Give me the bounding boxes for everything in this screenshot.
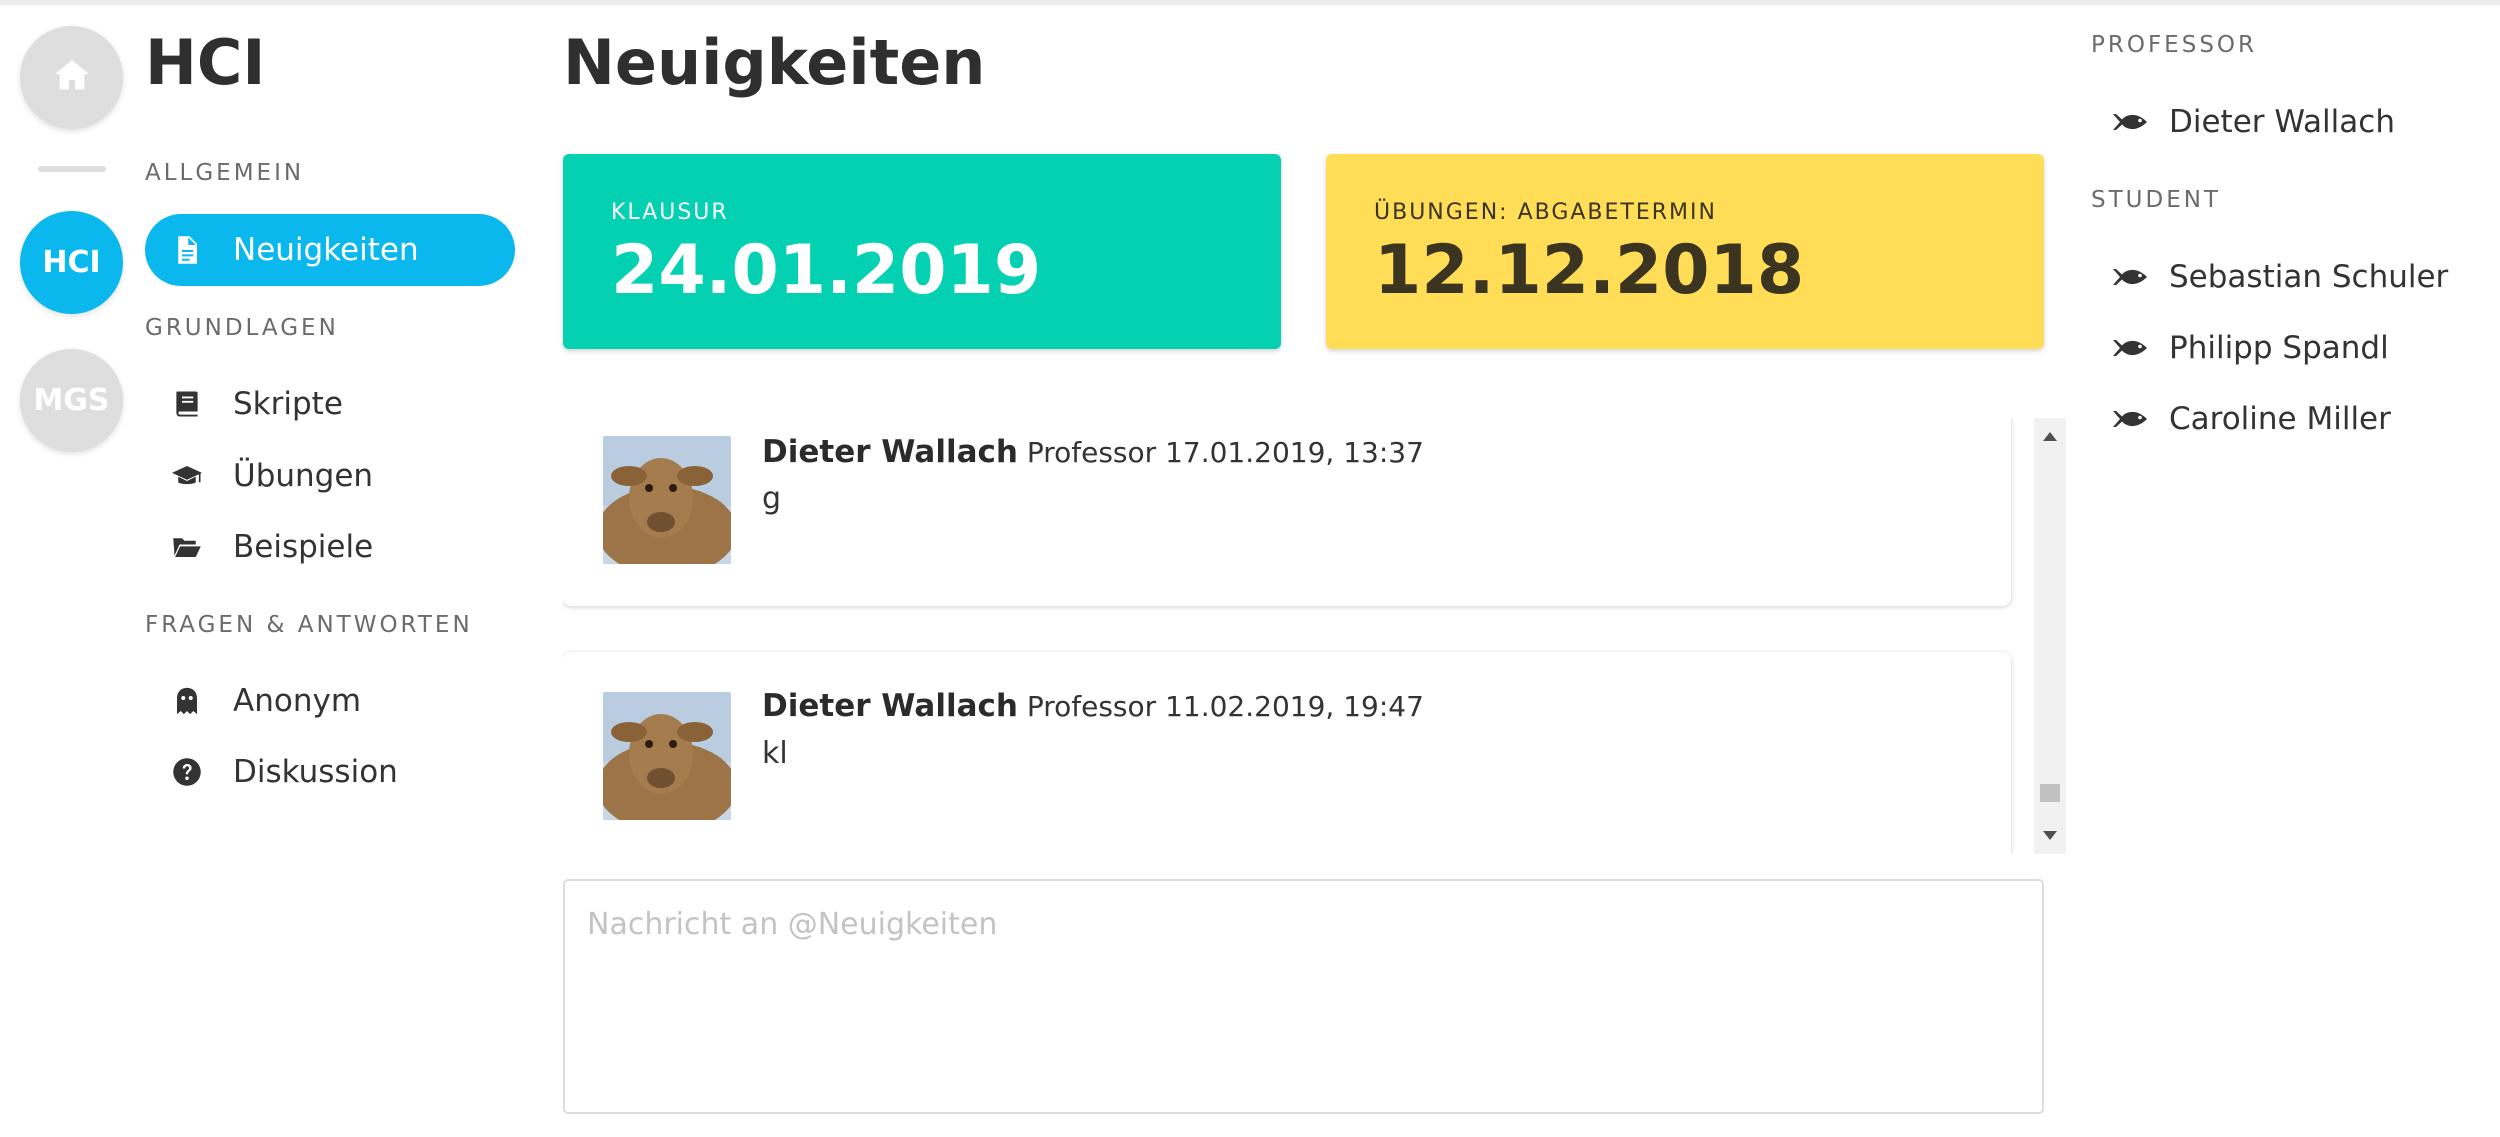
- section-heading-grundlagen: GRUNDLAGEN: [145, 315, 339, 341]
- server-hci-label: HCI: [42, 245, 101, 280]
- server-mgs-label: MGS: [33, 383, 110, 418]
- ghost-icon: [167, 686, 207, 716]
- message-text: g: [762, 481, 782, 516]
- message-timestamp: 17.01.2019, 13:37: [1165, 436, 1424, 469]
- book-icon: [167, 389, 207, 419]
- question-circle-icon: [167, 757, 207, 787]
- channel-uebungen[interactable]: Übungen: [145, 440, 515, 512]
- member-name: Sebastian Schuler: [2169, 259, 2449, 295]
- channel-label: Diskussion: [233, 754, 398, 790]
- member-item[interactable]: Caroline Miller: [2111, 401, 2391, 437]
- member-group-heading-student: STUDENT: [2091, 187, 2221, 213]
- graduation-cap-icon: [167, 461, 207, 491]
- channel-skripte[interactable]: Skripte: [145, 368, 515, 440]
- channel-label: Übungen: [233, 458, 374, 494]
- server-rail: HCI MGS: [0, 0, 140, 1137]
- member-name: Philipp Spandl: [2169, 330, 2389, 366]
- card-label: KLAUSUR: [611, 200, 729, 225]
- feed-scrollbar[interactable]: [2034, 418, 2066, 854]
- server-mgs-button[interactable]: MGS: [20, 349, 123, 452]
- channel-label: Skripte: [233, 386, 343, 422]
- section-heading-allgemein: ALLGEMEIN: [145, 160, 305, 186]
- message-timestamp: 11.02.2019, 19:47: [1165, 690, 1424, 723]
- member-name: Caroline Miller: [2169, 401, 2391, 437]
- scroll-up-arrow-icon[interactable]: [2043, 432, 2057, 441]
- member-item[interactable]: Dieter Wallach: [2111, 104, 2395, 140]
- page-title: Neuigkeiten: [563, 26, 986, 99]
- channel-label: Neuigkeiten: [233, 232, 419, 268]
- home-server-button[interactable]: [20, 26, 123, 129]
- message-header: Dieter Wallach Professor 17.01.2019, 13:…: [762, 434, 1424, 470]
- member-item[interactable]: Sebastian Schuler: [2111, 259, 2448, 295]
- member-name: Dieter Wallach: [2169, 104, 2395, 140]
- fish-icon: [2113, 269, 2147, 285]
- channel-label: Beispiele: [233, 529, 374, 565]
- exam-date-card: KLAUSUR 24.01.2019: [563, 154, 1281, 349]
- message-role: Professor: [1026, 690, 1157, 723]
- message-header: Dieter Wallach Professor 11.02.2019, 19:…: [762, 688, 1424, 724]
- server-hci-button[interactable]: HCI: [20, 211, 123, 314]
- scrollbar-thumb[interactable]: [2040, 784, 2060, 802]
- rail-divider: [38, 166, 106, 172]
- fish-icon: [2113, 411, 2147, 427]
- channel-neuigkeiten[interactable]: Neuigkeiten: [145, 214, 515, 286]
- section-heading-fragen-antworten: FRAGEN & ANTWORTEN: [145, 612, 473, 638]
- member-group-heading-professor: PROFESSOR: [2091, 32, 2257, 58]
- card-label: ÜBUNGEN: ABGABETERMIN: [1374, 200, 1717, 225]
- message-input[interactable]: [563, 879, 2044, 1114]
- card-date: 12.12.2018: [1374, 231, 1805, 310]
- channel-sidebar: HCI ALLGEMEIN Neuigkeiten GRUNDLAGEN Skr…: [145, 0, 525, 1137]
- avatar[interactable]: [603, 692, 731, 820]
- scroll-down-arrow-icon[interactable]: [2043, 831, 2057, 840]
- exercise-deadline-card: ÜBUNGEN: ABGABETERMIN 12.12.2018: [1326, 154, 2044, 349]
- fish-icon: [2113, 340, 2147, 356]
- message-author[interactable]: Dieter Wallach: [762, 688, 1018, 724]
- channel-label: Anonym: [233, 683, 362, 719]
- message-card: Dieter Wallach Professor 11.02.2019, 19:…: [563, 652, 2011, 854]
- member-list: PROFESSOR Dieter Wallach STUDENT Sebasti…: [2091, 0, 2491, 1137]
- channel-anonym[interactable]: Anonym: [145, 665, 515, 737]
- member-item[interactable]: Philipp Spandl: [2111, 330, 2389, 366]
- message-feed[interactable]: Dieter Wallach Professor 17.01.2019, 13:…: [563, 418, 2067, 854]
- channel-beispiele[interactable]: Beispiele: [145, 511, 515, 583]
- document-icon: [167, 235, 207, 265]
- home-icon: [53, 57, 91, 99]
- message-text: kl: [762, 736, 788, 771]
- course-title: HCI: [145, 26, 266, 99]
- channel-diskussion[interactable]: Diskussion: [145, 736, 515, 808]
- avatar[interactable]: [603, 436, 731, 564]
- card-date: 24.01.2019: [611, 231, 1042, 310]
- folder-open-icon: [167, 532, 207, 562]
- fish-icon: [2113, 114, 2147, 130]
- message-author[interactable]: Dieter Wallach: [762, 434, 1018, 470]
- message-card: Dieter Wallach Professor 17.01.2019, 13:…: [563, 418, 2011, 606]
- message-role: Professor: [1026, 436, 1157, 469]
